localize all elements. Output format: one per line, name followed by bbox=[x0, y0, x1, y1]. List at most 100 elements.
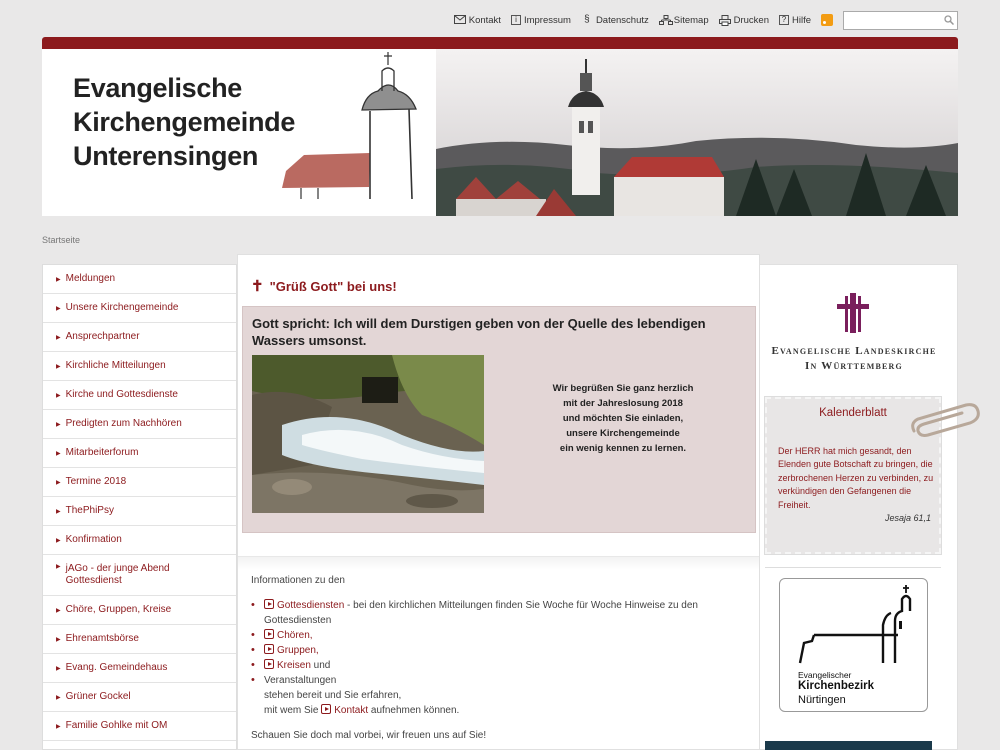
sidebar-item-label: Meldungen bbox=[65, 273, 116, 284]
section-separator bbox=[238, 556, 759, 570]
search-icon[interactable] bbox=[944, 14, 954, 25]
church-drawing-icon bbox=[282, 52, 417, 200]
chevron-right-icon: ▶ bbox=[56, 422, 61, 428]
sidebar-item[interactable]: ▶ Ehrenamtsbörse bbox=[43, 625, 236, 654]
sidebar-item-label: Konfirmation bbox=[65, 534, 122, 545]
sidebar-item-label: Grüner Gockel bbox=[65, 691, 131, 702]
kalenderblatt-text: Der HERR hat mich gesandt, den Elenden g… bbox=[778, 446, 934, 510]
sidebar-item-label: Mitarbeiterforum bbox=[65, 447, 139, 458]
chevron-right-icon: ▶ bbox=[56, 451, 61, 457]
sidebar-item[interactable]: ▶ Kirche und Gottesdienste bbox=[43, 381, 236, 410]
sidebar-item[interactable]: ▶ Familie Gohlke mit OM bbox=[43, 712, 236, 741]
printer-icon bbox=[718, 15, 731, 26]
chevron-right-icon: ▶ bbox=[56, 277, 61, 283]
search-input[interactable] bbox=[844, 11, 940, 29]
closing-text: Schauen Sie doch mal vorbei, wir freuen … bbox=[251, 730, 487, 741]
kirchenbezirk-line-2: Kirchenbezirk bbox=[798, 680, 875, 692]
choeren-link[interactable]: Chören, bbox=[277, 630, 313, 641]
play-icon[interactable] bbox=[264, 659, 274, 669]
welcome-text: Wir begrüßen Sie ganz herzlich mit der J… bbox=[552, 383, 694, 454]
sitemap-label: Sitemap bbox=[673, 14, 709, 26]
header-red-bar bbox=[42, 37, 958, 49]
sidebar-item[interactable]: ▶ Mitarbeiterforum bbox=[43, 439, 236, 468]
kreisen-link[interactable]: Kreisen bbox=[277, 660, 311, 671]
cross-icon: ✝ bbox=[251, 278, 264, 295]
main-content: ✝ "Grüß Gott" bei uns! Gott spricht: Ich… bbox=[237, 254, 760, 750]
envelope-icon bbox=[453, 15, 466, 25]
kontakt-line: mit wem Sie Kontakt aufnehmen können. bbox=[251, 703, 741, 718]
kontakt-link[interactable]: Kontakt bbox=[453, 14, 501, 26]
kirchenbezirk-line-1: Evangelischer bbox=[798, 670, 852, 680]
kreisen-text: und bbox=[310, 660, 331, 671]
aufnehmen-text: aufnehmen können. bbox=[368, 705, 460, 716]
sidebar-nav: ▶ Meldungen ▶ Unsere Kirchengemeinde ▶ Anspre… bbox=[42, 264, 237, 750]
sitemap-link[interactable]: Sitemap bbox=[658, 14, 709, 26]
sidebar-item-label: Predigten zum Nachhören bbox=[65, 418, 182, 429]
mit-wem-text: mit wem Sie bbox=[264, 705, 322, 716]
sidebar-item[interactable]: ▶ Unsere Kirchengemeinde bbox=[43, 294, 236, 323]
sidebar-item-label: Kirchliche Mitteilungen bbox=[65, 360, 166, 371]
veranstaltungen-text: Veranstaltungen bbox=[264, 675, 337, 686]
chevron-right-icon: ▶ bbox=[56, 509, 61, 515]
sidebar-item[interactable]: ▶ ThePhiPsy bbox=[43, 497, 236, 526]
sidebar-item[interactable]: ▶ Evang. Gemeindehaus bbox=[43, 654, 236, 683]
chevron-right-icon: ▶ bbox=[56, 637, 61, 643]
hilfe-label: Hilfe bbox=[791, 14, 811, 26]
paperclip-icon bbox=[911, 403, 980, 437]
play-icon[interactable] bbox=[321, 704, 332, 714]
impressum-label: Impressum bbox=[523, 14, 571, 26]
gottesdiensten-link[interactable]: Gottesdiensten bbox=[277, 600, 344, 611]
chevron-right-icon: ▶ bbox=[56, 666, 61, 672]
play-icon[interactable] bbox=[264, 629, 274, 639]
landeskirche-cross-icon[interactable] bbox=[837, 293, 869, 333]
kontakt-label: Kontakt bbox=[468, 14, 501, 26]
sidebar-item[interactable]: ▶ Konfirmation bbox=[43, 526, 236, 555]
play-icon[interactable] bbox=[264, 644, 274, 654]
breadcrumb[interactable]: Startseite bbox=[42, 235, 80, 245]
info-section: Informationen zu den Gottesdiensten - be… bbox=[251, 573, 741, 743]
hilfe-link[interactable]: ? Hilfe bbox=[778, 14, 811, 26]
kirchenbezirk-logo[interactable]: Evangelischer Kirchenbezirk Nürtingen bbox=[779, 578, 928, 712]
sidebar-item[interactable]: ▶ Termine 2018 bbox=[43, 468, 236, 497]
paragraph-icon: § bbox=[584, 14, 590, 25]
sidebar-item[interactable]: ▶ jAGo - der junge Abend Gottesdienst bbox=[43, 555, 236, 596]
sidebar-banner-teaser[interactable] bbox=[765, 741, 932, 750]
chevron-right-icon: ▶ bbox=[56, 335, 61, 341]
logo-line-2: Kirchengemeinde bbox=[73, 107, 296, 137]
site-logo[interactable]: Evangelische Kirchengemeinde Unterensing… bbox=[42, 49, 436, 216]
gruppen-link[interactable]: Gruppen, bbox=[277, 645, 319, 656]
chevron-right-icon: ▶ bbox=[56, 393, 61, 399]
sitemap-icon bbox=[658, 15, 673, 25]
impressum-link[interactable]: i Impressum bbox=[510, 14, 571, 26]
top-utility-bar: Kontakt i Impressum § Datenschutz Sitema… bbox=[450, 10, 958, 30]
sidebar-item-label: Termine 2018 bbox=[65, 476, 127, 487]
sidebar-item-label: Chöre, Gruppen, Kreise bbox=[65, 604, 172, 615]
chevron-right-icon: ▶ bbox=[56, 695, 61, 701]
sidebar-item[interactable]: ▶ Ansprechpartner bbox=[43, 323, 236, 352]
sidebar-item[interactable]: ▶ Grüner Gockel bbox=[43, 683, 236, 712]
rss-icon[interactable] bbox=[821, 14, 833, 26]
drucken-link[interactable]: Drucken bbox=[718, 15, 769, 26]
jahreslosung-quote: Gott spricht: Ich will dem Durstigen geb… bbox=[252, 316, 706, 348]
help-icon: ? bbox=[778, 15, 789, 25]
landeskirche-text[interactable]: Evangelische Landeskirche In Württemberg bbox=[764, 344, 944, 374]
list-item: Chören, bbox=[251, 628, 741, 643]
info-icon: i bbox=[510, 15, 521, 25]
chevron-right-icon: ▶ bbox=[56, 306, 61, 312]
sidebar-item-label: jAGo - der junge Abend Gottesdienst bbox=[65, 563, 170, 586]
kontakt-inline-link[interactable]: Kontakt bbox=[334, 705, 368, 716]
chevron-right-icon: ▶ bbox=[56, 564, 61, 570]
datenschutz-link[interactable]: § Datenschutz bbox=[581, 15, 649, 26]
play-icon[interactable] bbox=[264, 599, 274, 609]
chevron-right-icon: ▶ bbox=[56, 480, 61, 486]
sidebar-item[interactable]: ▶ Meldungen bbox=[43, 265, 236, 294]
sidebar-item[interactable]: ▶ Chöre, Gruppen, Kreise bbox=[43, 596, 236, 625]
sidebar-item[interactable]: ▶ Predigten zum Nachhören bbox=[43, 410, 236, 439]
list-item: Veranstaltungen bbox=[251, 673, 741, 688]
page-title: ✝ "Grüß Gott" bei uns! bbox=[251, 277, 397, 295]
sidebar-item-label: Ansprechpartner bbox=[65, 331, 140, 342]
page-title-text: "Grüß Gott" bei uns! bbox=[269, 278, 397, 294]
sidebar-item[interactable]: ▶ Kirchliche Mitteilungen bbox=[43, 352, 236, 381]
water-image bbox=[252, 355, 484, 513]
stehen-text: stehen bereit und Sie erfahren, bbox=[264, 690, 402, 701]
